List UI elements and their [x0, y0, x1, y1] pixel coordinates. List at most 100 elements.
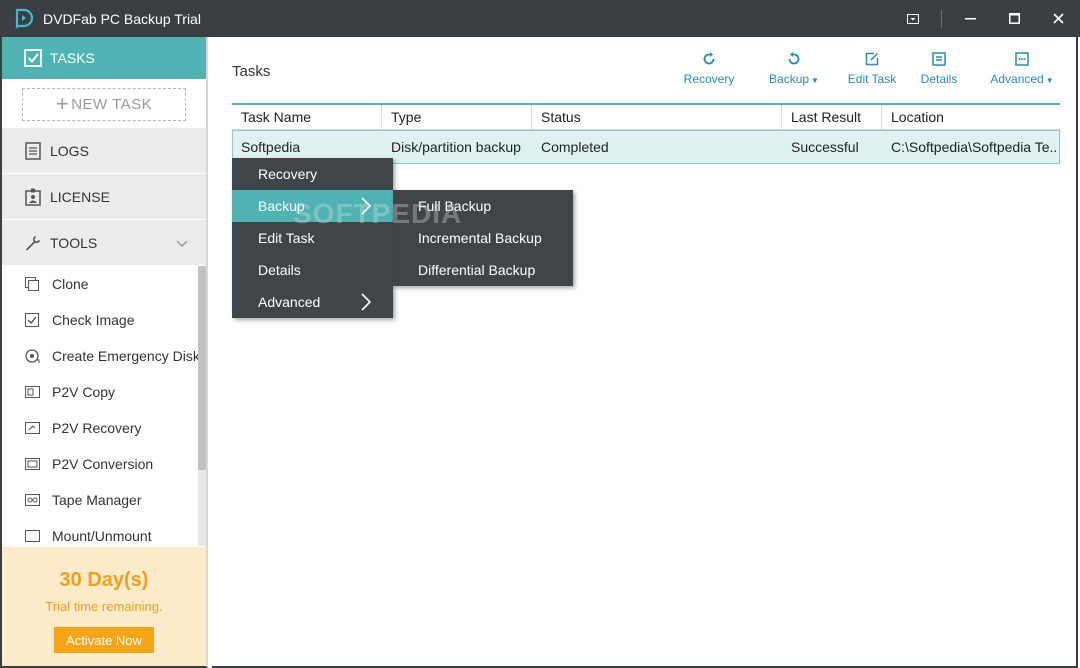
tool-item-create-emergency-disk[interactable]: Create Emergency Disk [2, 338, 206, 374]
backup-submenu: Full Backup Incremental Backup Different… [393, 190, 573, 286]
tool-item-p2v-conversion[interactable]: P2V Conversion [2, 446, 206, 482]
tool-item-check-image[interactable]: Check Image [2, 302, 206, 338]
edit-task-button[interactable]: Edit Task [844, 51, 900, 91]
sidebar-item-license[interactable]: LICENSE [2, 174, 206, 220]
context-menu-item-edit-task[interactable]: Edit Task [232, 222, 393, 254]
column-header-task-name[interactable]: Task Name [232, 105, 382, 130]
tool-item-label: Tape Manager [52, 492, 142, 508]
tool-item-label: Mount/Unmount [52, 528, 152, 544]
clone-icon [24, 276, 40, 292]
check-image-icon [24, 312, 40, 328]
close-icon [1052, 13, 1064, 24]
page-title: Tasks [232, 63, 271, 80]
tools-list: Clone Check Image Create Emergency Disk … [2, 266, 206, 546]
sidebar-item-tools[interactable]: TOOLS [2, 220, 206, 266]
tool-item-p2v-recovery[interactable]: P2V Recovery [2, 410, 206, 446]
sidebar-item-label: TASKS [50, 50, 95, 66]
tool-item-label: P2V Recovery [52, 420, 142, 436]
edit-icon [864, 51, 880, 67]
new-task-container: + NEW TASK [2, 80, 206, 128]
caret-down-icon: ▼ [1045, 76, 1054, 85]
column-header-location[interactable]: Location [882, 105, 1060, 130]
context-menu-item-recovery[interactable]: Recovery [232, 158, 393, 190]
plus-icon: + [55, 91, 70, 116]
column-header-last-result[interactable]: Last Result [782, 105, 882, 130]
tool-item-p2v-copy[interactable]: P2V Copy [2, 374, 206, 410]
submenu-item-differential-backup[interactable]: Differential Backup [393, 254, 573, 286]
menu-item-label: Advanced [258, 294, 321, 310]
recovery-label: Recovery [683, 72, 735, 86]
advanced-button[interactable]: Advanced ▼ [988, 51, 1056, 91]
recovery-button[interactable]: Recovery [674, 51, 744, 91]
context-menu-item-backup[interactable]: Backup [232, 190, 393, 222]
tool-item-label: P2V Copy [52, 384, 116, 400]
cell-location: C:\Softpedia\Softpedia Te... [891, 139, 1057, 155]
sidebar-item-tasks[interactable]: TASKS [2, 37, 206, 80]
submenu-item-incremental-backup[interactable]: Incremental Backup [393, 222, 573, 254]
submenu-item-full-backup[interactable]: Full Backup [393, 190, 573, 222]
minimize-button[interactable] [948, 0, 992, 37]
tool-item-label: Create Emergency Disk [52, 348, 200, 364]
new-task-label: NEW TASK [71, 95, 153, 113]
menu-item-label: Recovery [258, 166, 318, 182]
maximize-button[interactable] [992, 0, 1036, 37]
mount-icon [24, 528, 40, 544]
trial-text: Trial time remaining. [45, 599, 163, 614]
details-label: Details [920, 72, 958, 86]
menu-item-label: Details [258, 262, 301, 278]
dvdfab-logo-icon [14, 8, 34, 30]
context-menu-item-advanced[interactable]: Advanced [232, 286, 393, 318]
caret-down-icon: ▼ [811, 76, 819, 85]
cell-type: Disk/partition backup [391, 139, 521, 155]
main-panel: Tasks Recovery Backup ▼ Edit Task Details… [212, 37, 1078, 668]
p2v-conversion-icon [24, 456, 40, 472]
license-icon [24, 188, 42, 206]
sidebar-item-label: LOGS [50, 142, 89, 159]
p2v-recovery-icon [24, 420, 40, 436]
menu-item-label: Edit Task [258, 230, 315, 246]
app-title: DVDFab PC Backup Trial [43, 10, 201, 27]
tool-item-tape-manager[interactable]: Tape Manager [2, 482, 206, 518]
chevron-down-icon[interactable] [176, 235, 188, 251]
menu-item-label: Backup [258, 198, 305, 214]
context-menu-item-details[interactable]: Details [232, 254, 393, 286]
edit-task-label: Edit Task [847, 72, 897, 86]
tool-item-clone[interactable]: Clone [2, 266, 206, 302]
tool-item-label: P2V Conversion [52, 456, 154, 472]
tasks-table: Task Name Type Status Last Result Locati… [232, 103, 1060, 164]
close-button[interactable] [1036, 0, 1080, 37]
maximize-icon [1008, 13, 1020, 24]
backup-button[interactable]: Backup ▼ [764, 51, 824, 91]
chevron-right-icon [361, 197, 372, 218]
title-bar: DVDFab PC Backup Trial [0, 0, 1080, 37]
new-task-button[interactable]: + NEW TASK [22, 87, 186, 121]
tool-item-mount-unmount[interactable]: Mount/Unmount [2, 518, 206, 546]
tools-scrollbar[interactable] [198, 266, 206, 546]
advanced-icon [1014, 51, 1030, 67]
column-header-status[interactable]: Status [532, 105, 782, 130]
tasks-checkbox-icon [24, 49, 42, 67]
context-menu: Recovery Backup Edit Task Details Advanc… [232, 158, 393, 318]
menu-dropdown-button[interactable] [891, 0, 935, 37]
sidebar-item-logs[interactable]: LOGS [2, 128, 206, 174]
backup-label: Backup [769, 72, 810, 86]
details-icon [931, 51, 947, 67]
sidebar-item-label: TOOLS [50, 234, 98, 251]
sidebar-item-label: LICENSE [50, 188, 110, 205]
sidebar: TASKS + NEW TASK LOGS LICENSE TOOLS Clon… [0, 37, 208, 668]
recovery-icon [701, 51, 717, 67]
title-separator [941, 9, 942, 28]
details-button[interactable]: Details [914, 51, 964, 91]
minimize-icon [964, 17, 976, 19]
table-header: Task Name Type Status Last Result Locati… [232, 105, 1060, 130]
cell-status: Completed [541, 139, 609, 155]
column-header-type[interactable]: Type [382, 105, 532, 130]
wrench-icon [24, 234, 42, 252]
backup-icon [786, 51, 802, 67]
scrollbar-thumb[interactable] [198, 266, 206, 470]
p2v-copy-icon [24, 384, 40, 400]
chevron-right-icon [361, 293, 372, 314]
tool-item-label: Check Image [52, 312, 135, 328]
advanced-label: Advanced [990, 72, 1044, 86]
activate-now-button[interactable]: Activate Now [54, 627, 154, 653]
